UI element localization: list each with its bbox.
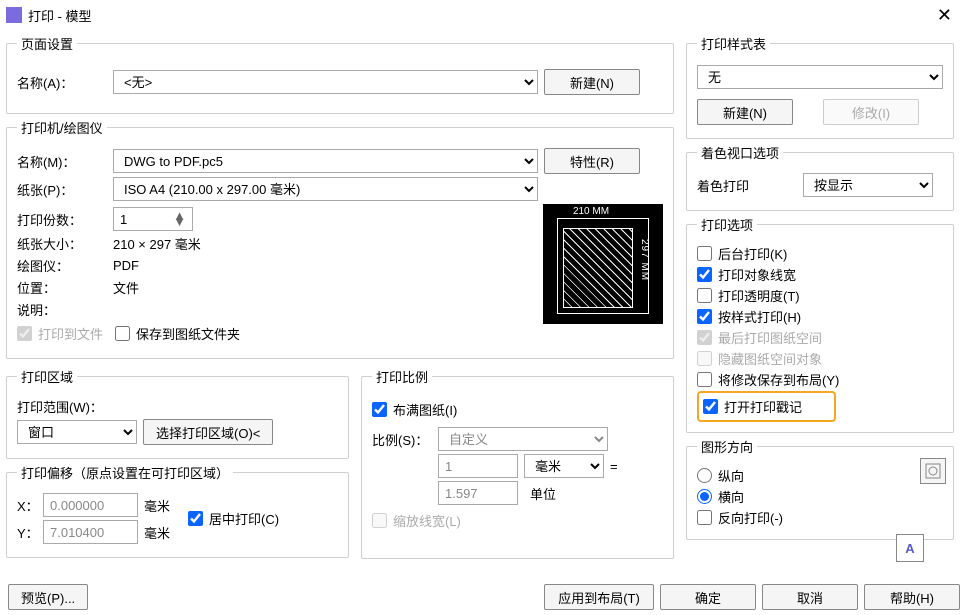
plotter-value: PDF [113, 258, 139, 273]
fit-to-paper-checkbox[interactable]: 布满图纸(I) [372, 400, 663, 419]
scale-unit1-input[interactable] [438, 454, 518, 478]
orientation-group: 图形方向 纵向 横向 反向打印(-) [686, 437, 954, 540]
plot-option-3[interactable]: 按样式打印(H) [697, 307, 943, 326]
plot-option-2[interactable]: 打印透明度(T) [697, 286, 943, 305]
preview-top-label: 210 MM [543, 206, 639, 217]
plot-offset-legend: 打印偏移（原点设置在可打印区域） [17, 463, 233, 482]
offset-x-input[interactable] [43, 493, 138, 517]
plot-style-table-legend: 打印样式表 [697, 34, 770, 53]
printer-group: 打印机/绘图仪 名称(M)： DWG to PDF.pc5 特性(R) 纸张(P… [6, 118, 674, 359]
page-setup-new-button[interactable]: 新建(N) [544, 69, 640, 95]
paper-select[interactable]: ISO A4 (210.00 x 297.00 毫米) [113, 177, 538, 201]
title-bar: 打印 - 模型 ✕ [0, 0, 968, 30]
paper-size-label: 纸张大小： [17, 234, 107, 253]
paper-preview: 210 MM 297 MM [543, 204, 663, 324]
offset-x-unit: 毫米 [144, 496, 170, 515]
plot-scale-group: 打印比例 布满图纸(I) 比例(S)： 自定义 毫米 [361, 367, 674, 559]
apply-to-layout-button[interactable]: 应用到布局(T) [544, 584, 654, 610]
plot-style-table-group: 打印样式表 无 新建(N) 修改(I) [686, 34, 954, 139]
style-table-modify-button: 修改(I) [823, 99, 919, 125]
page-setup-name-label: 名称(A)： [17, 73, 107, 92]
select-plot-area-button[interactable]: 选择打印区域(O)< [143, 419, 273, 445]
page-setup-group: 页面设置 名称(A)： <无> 新建(N) [6, 34, 674, 114]
scale-unit2-label: 单位 [530, 484, 556, 503]
page-setup-name-select[interactable]: <无> [113, 70, 538, 94]
plot-offset-group: 打印偏移（原点设置在可打印区域） X： 毫米 Y： 毫米 [6, 463, 349, 558]
plot-option-1[interactable]: 打印对象线宽 [697, 265, 943, 284]
paper-label: 纸张(P)： [17, 180, 107, 199]
copies-stepper[interactable]: 1 ▲▼ [113, 207, 193, 231]
stamp-icon [925, 463, 941, 479]
plot-stamp-highlight: 打开打印戳记 [697, 391, 836, 422]
plot-options-group: 打印选项 后台打印(K) 打印对象线宽打印透明度(T) 按样式打印(H) 最后打印图纸… [686, 215, 954, 433]
ok-button[interactable]: 确定 [660, 584, 756, 610]
printer-name-label: 名称(M)： [17, 152, 107, 171]
copies-label: 打印份数： [17, 210, 107, 229]
window-title: 打印 - 模型 [28, 6, 927, 25]
preview-button[interactable]: 预览(P)... [8, 584, 88, 610]
scale-unit1-select[interactable]: 毫米 [524, 454, 604, 478]
plot-range-select[interactable]: 窗口 [17, 420, 137, 444]
footer-bar: 预览(P)... 应用到布局(T) 确定 取消 帮助(H) [0, 584, 968, 610]
offset-y-input[interactable] [43, 520, 138, 544]
page-setup-legend: 页面设置 [17, 34, 77, 53]
location-value: 文件 [113, 278, 139, 297]
plot-option-7[interactable]: 打开打印戳记 [703, 397, 802, 416]
scale-unit2-input[interactable] [438, 481, 518, 505]
plot-option-0[interactable]: 后台打印(K) [697, 244, 943, 263]
offset-y-unit: 毫米 [144, 523, 170, 542]
plot-option-5: 隐藏图纸空间对象 [697, 349, 943, 368]
description-label: 说明： [17, 300, 107, 319]
scale-select[interactable]: 自定义 [438, 427, 608, 451]
offset-x-label: X： [17, 496, 37, 515]
plot-options-legend: 打印选项 [697, 215, 757, 234]
shaded-viewport-legend: 着色视口选项 [697, 143, 783, 162]
shaded-viewport-group: 着色视口选项 着色打印 按显示 [686, 143, 954, 211]
center-plot-checkbox[interactable]: 居中打印(C) [188, 509, 279, 528]
printer-legend: 打印机/绘图仪 [17, 118, 107, 137]
printer-props-button[interactable]: 特性(R) [544, 148, 640, 174]
orientation-preview-icon: A [896, 534, 924, 562]
paper-size-value: 210 × 297 毫米 [113, 234, 201, 253]
plot-scale-legend: 打印比例 [372, 367, 432, 386]
close-icon[interactable]: ✕ [927, 5, 962, 26]
cancel-button[interactable]: 取消 [762, 584, 858, 610]
orientation-portrait-radio[interactable]: 纵向 [697, 466, 943, 485]
scale-label: 比例(S)： [372, 430, 432, 449]
plot-option-6[interactable]: 将修改保存到布局(Y) [697, 370, 943, 389]
printer-name-select[interactable]: DWG to PDF.pc5 [113, 149, 538, 173]
shade-plot-label: 着色打印 [697, 176, 797, 195]
print-to-file-checkbox: 打印到文件 [17, 324, 103, 343]
orientation-legend: 图形方向 [697, 437, 757, 456]
plot-style-table-select[interactable]: 无 [697, 65, 943, 89]
offset-y-label: Y： [17, 523, 37, 542]
shade-plot-select[interactable]: 按显示 [803, 173, 933, 197]
style-table-new-button[interactable]: 新建(N) [697, 99, 793, 125]
orientation-reverse-checkbox[interactable]: 反向打印(-) [697, 508, 943, 527]
plotter-label: 绘图仪： [17, 256, 107, 275]
help-button[interactable]: 帮助(H) [864, 584, 960, 610]
scale-equals: = [610, 459, 618, 474]
plot-area-legend: 打印区域 [17, 367, 77, 386]
plot-stamp-settings-icon[interactable] [920, 458, 946, 484]
plot-option-4: 最后打印图纸空间 [697, 328, 943, 347]
app-icon [6, 7, 22, 23]
orientation-landscape-radio[interactable]: 横向 [697, 487, 943, 506]
scale-lineweights-checkbox: 缩放线宽(L) [372, 511, 663, 530]
plot-area-group: 打印区域 打印范围(W)： 窗口 选择打印区域(O)< [6, 367, 349, 459]
location-label: 位置： [17, 278, 107, 297]
save-to-folder-checkbox[interactable]: 保存到图纸文件夹 [115, 324, 240, 343]
plot-range-label: 打印范围(W)： [17, 397, 103, 416]
